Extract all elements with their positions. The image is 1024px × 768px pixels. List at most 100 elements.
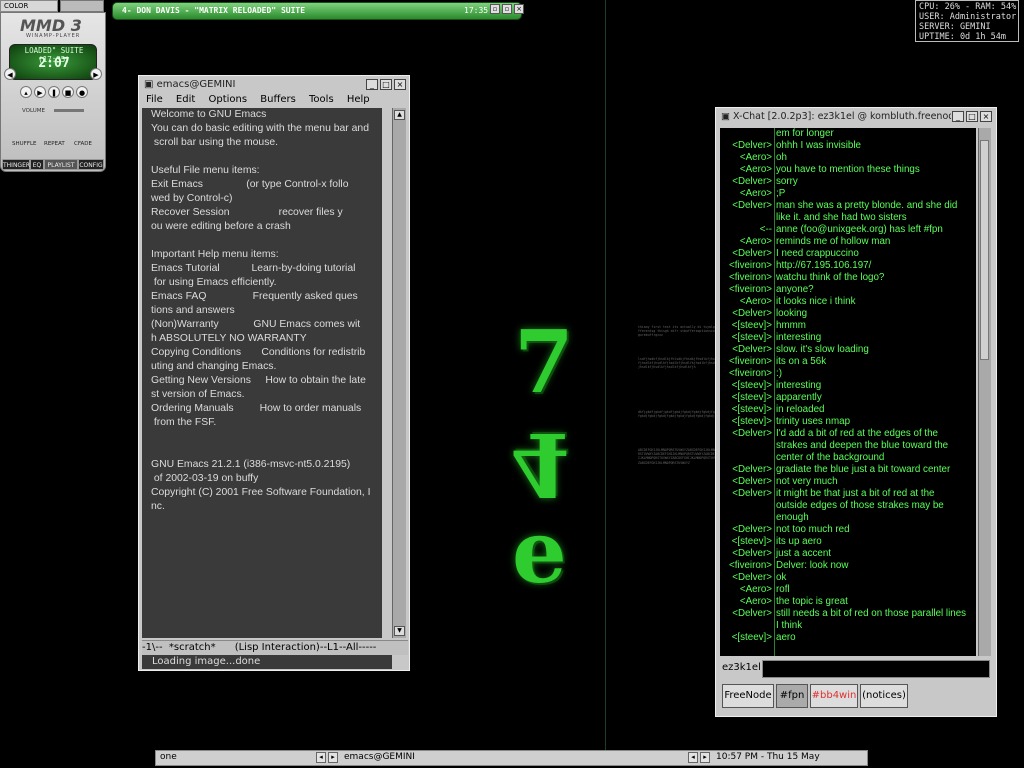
noise-text-block: thismy first test its actually di tsyalg… [638,325,721,338]
repeat-button[interactable]: REPEAT [44,141,65,147]
scroll-down-icon[interactable]: ▼ [394,626,405,636]
chat-nick[interactable]: <Delver> [720,524,772,536]
taskbar-window-emacs[interactable]: emacs@GEMINI [344,752,415,762]
chat-nick[interactable]: <Delver> [720,608,772,620]
songbar-minimize-icon[interactable]: ▫ [490,4,500,14]
menu-edit[interactable]: Edit [176,94,195,105]
chat-nick[interactable]: <fiveiron> [720,560,772,572]
songbar-close-icon[interactable]: × [514,4,524,14]
chat-nick[interactable]: <fiveiron> [720,356,772,368]
chat-nick[interactable]: <Delver> [720,476,772,488]
tab-playlist[interactable]: PLAYLIST [44,159,78,170]
scroll-up-icon[interactable]: ▲ [394,110,405,120]
chat-nick[interactable]: <fiveiron> [720,284,772,296]
menu-file[interactable]: File [146,94,163,105]
crossfade-button[interactable]: CFADE [74,141,92,147]
chat-nick[interactable]: <Delver> [720,428,772,440]
power-icon[interactable]: ● [76,86,88,98]
chat-nick[interactable]: <[steev]> [720,320,772,332]
chat-nick[interactable]: <[steev]> [720,380,772,392]
xchat-minimize-icon[interactable]: _ [952,111,964,122]
chat-message: <[steev]> interesting [720,380,976,392]
desk-prev-icon[interactable]: ◂ [316,752,326,763]
tab-thinger[interactable]: THINGER [2,159,30,170]
next-track-icon[interactable]: ▶ [90,68,102,80]
chat-nick[interactable]: <fiveiron> [720,272,772,284]
chat-message: <fiveiron>:) [720,368,976,380]
chat-message: strakes and deepen the blue toward the [720,440,976,452]
chat-nick[interactable]: <Delver> [720,176,772,188]
chat-nick[interactable]: <[steev]> [720,632,772,644]
desk-next-icon[interactable]: ▸ [328,752,338,763]
menu-options[interactable]: Options [208,94,247,105]
chat-nick[interactable]: <Aero> [720,188,772,200]
eject-icon[interactable]: ▴ [20,86,32,98]
chat-nick[interactable]: <-- [720,224,772,236]
chat-nick[interactable]: <Delver> [720,200,772,212]
chat-nick[interactable]: <fiveiron> [720,260,772,272]
chat-nick[interactable]: <Delver> [720,248,772,260]
xchat-maximize-icon[interactable]: □ [966,111,978,122]
xchat-scroll-thumb[interactable] [980,140,989,360]
tab-fpn[interactable]: #fpn [776,684,808,708]
chat-nick[interactable]: <Delver> [720,488,772,500]
chat-nick[interactable]: <[steev]> [720,404,772,416]
chat-nick[interactable]: <Aero> [720,164,772,176]
color-themes-button[interactable]: COLOR THEMES [0,0,58,21]
menu-buffers[interactable]: Buffers [260,94,296,105]
art-glyph-seven: 7 [514,312,574,413]
emacs-titlebar[interactable]: ▣ emacs@GEMINI [144,77,364,93]
menu-help[interactable]: Help [347,94,370,105]
desktop-name[interactable]: one [160,752,177,762]
buffer-line: ou were editing before a crash [151,221,291,232]
volume-slider[interactable] [54,109,84,112]
play-icon[interactable]: ▶ [34,86,46,98]
stop-icon[interactable]: ■ [62,86,74,98]
chat-nick[interactable]: <Aero> [720,152,772,164]
chat-text: not very much [776,476,838,487]
chat-nick[interactable]: <Aero> [720,236,772,248]
tab-bb4win[interactable]: #bb4win [810,684,858,708]
tab-notices[interactable]: (notices) [860,684,908,708]
xchat-titlebar[interactable]: ▣ X-Chat [2.0.2p3]: ez3k1el @ kombluth.f… [721,109,951,125]
emacs-scrollbar[interactable]: ▲ ▼ [392,108,406,638]
chat-message: <Aero> rofl [720,584,976,596]
window-next-icon[interactable]: ▸ [700,752,710,763]
emacs-maximize-icon[interactable]: □ [380,79,392,90]
xchat-close-icon[interactable]: × [980,111,992,122]
chat-nick[interactable]: <Delver> [720,464,772,476]
chat-nick[interactable]: <[steev]> [720,332,772,344]
chat-nick[interactable]: <Delver> [720,140,772,152]
window-prev-icon[interactable]: ◂ [688,752,698,763]
prev-track-icon[interactable]: ◀ [4,68,16,80]
chat-nick[interactable]: <[steev]> [720,536,772,548]
chat-nick[interactable]: <Aero> [720,584,772,596]
chat-nick[interactable]: <Aero> [720,296,772,308]
tab-freenode[interactable]: FreeNode [722,684,774,708]
chat-nick[interactable]: <[steev]> [720,416,772,428]
chat-message: <Aero> the topic is great [720,596,976,608]
menu-tools[interactable]: Tools [309,94,334,105]
chat-nick[interactable]: <Delver> [720,572,772,584]
chat-nick[interactable]: <Delver> [720,308,772,320]
chat-message: enough [720,512,976,524]
chat-nick[interactable]: <fiveiron> [720,368,772,380]
emacs-buffer[interactable]: Welcome to GNU Emacs You can do basic edi… [142,108,382,638]
chat-nick[interactable]: <Delver> [720,344,772,356]
xchat-input-field[interactable] [762,660,990,678]
emacs-minimize-icon[interactable]: _ [366,79,378,90]
pause-icon[interactable]: ❚ [48,86,60,98]
xchat-message-area[interactable]: em for longer <Delver> ohhh I was invisibl… [720,128,976,656]
chat-text: you have to mention these things [776,164,920,175]
chat-nick[interactable]: <Delver> [720,548,772,560]
noise-text-block: lsdfjhsdkfjhsdlkjfhlsdkjfhsdkjfhsdlkfjhs… [638,357,721,370]
chat-nick[interactable]: <[steev]> [720,392,772,404]
tab-eq[interactable]: EQ [30,159,44,170]
chat-text: http://67.195.106.197/ [776,260,872,271]
tab-config[interactable]: CONFIG [78,159,104,170]
songbar-shade-icon[interactable]: ▫ [502,4,512,14]
shuffle-button[interactable]: SHUFFLE [12,141,37,147]
chat-message: <Aero> you have to mention these things [720,164,976,176]
emacs-close-icon[interactable]: × [394,79,406,90]
chat-nick[interactable]: <Aero> [720,596,772,608]
